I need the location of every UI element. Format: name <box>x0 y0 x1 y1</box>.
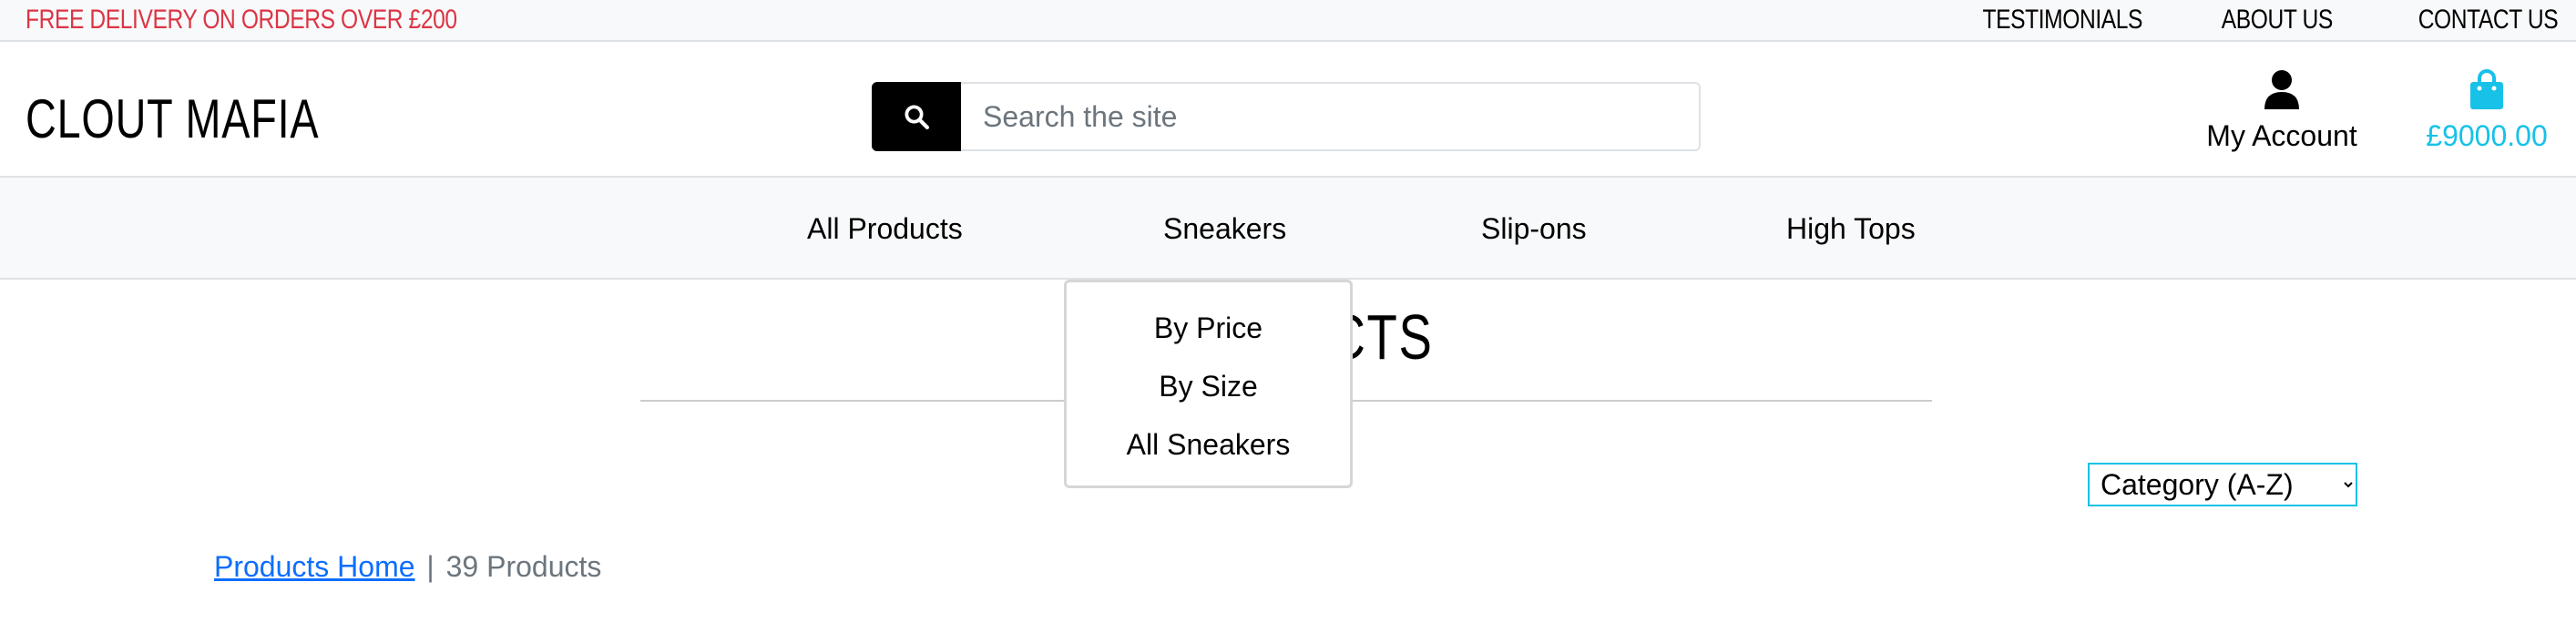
top-links: TESTIMONIALS ABOUT US CONTACT US <box>1893 5 2558 36</box>
my-account-link[interactable]: My Account <box>2195 69 2368 153</box>
cart-total: £9000.00 <box>2426 119 2548 152</box>
nav-sneakers[interactable]: Sneakers <box>1163 212 1286 246</box>
my-account-label: My Account <box>2206 119 2357 152</box>
site-logo[interactable]: CLOUT MAFIA <box>26 87 319 150</box>
free-delivery-banner: FREE DELIVERY ON ORDERS OVER £200 <box>26 5 457 35</box>
user-icon <box>2264 70 2299 109</box>
shopping-bag-icon <box>2470 69 2503 109</box>
products-home-link[interactable]: Products Home <box>214 550 415 583</box>
dropdown-item-by-size[interactable]: By Size <box>1067 370 1350 403</box>
search-button[interactable] <box>872 82 961 151</box>
about-us-link[interactable]: ABOUT US <box>2222 5 2333 36</box>
dropdown-item-all-sneakers[interactable]: All Sneakers <box>1067 428 1350 462</box>
breadcrumb: Products Home | 39 Products <box>214 550 601 584</box>
product-count: 39 Products <box>445 550 602 583</box>
sort-select[interactable]: Category (A-Z) <box>2088 463 2357 506</box>
top-bar: FREE DELIVERY ON ORDERS OVER £200 TESTIM… <box>0 0 2576 42</box>
nav-high-tops[interactable]: High Tops <box>1786 212 1916 246</box>
main-nav: All Products Sneakers Slip-ons High Tops <box>0 176 2576 280</box>
cart-link[interactable]: £9000.00 <box>2423 69 2550 153</box>
search-icon <box>905 105 929 129</box>
nav-slip-ons[interactable]: Slip-ons <box>1481 212 1587 246</box>
breadcrumb-separator: | <box>426 550 434 583</box>
dropdown-item-by-price[interactable]: By Price <box>1067 312 1350 345</box>
testimonials-link[interactable]: TESTIMONIALS <box>1982 5 2142 36</box>
search-input[interactable] <box>961 82 1701 151</box>
nav-all-products[interactable]: All Products <box>807 212 963 246</box>
contact-us-link[interactable]: CONTACT US <box>2418 5 2558 36</box>
search-form <box>872 82 1701 151</box>
site-header: CLOUT MAFIA My Account £9000.00 <box>0 42 2576 176</box>
sneakers-dropdown-menu: By Price By Size All Sneakers <box>1064 280 1353 488</box>
